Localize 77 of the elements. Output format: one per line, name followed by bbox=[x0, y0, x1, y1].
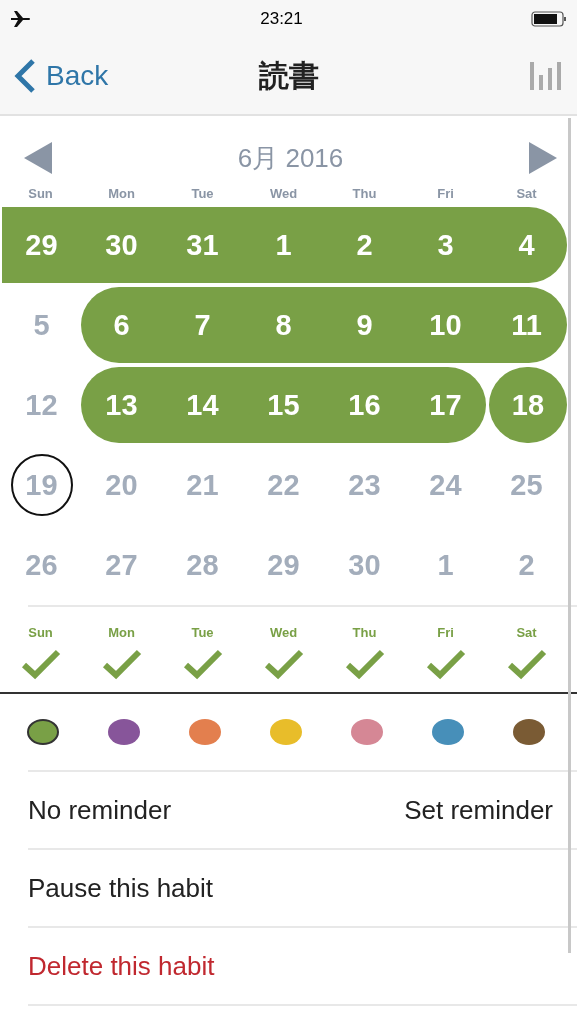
calendar-day[interactable]: 25 bbox=[486, 447, 567, 523]
next-month-button[interactable] bbox=[529, 142, 557, 174]
completed-day[interactable]: 11 bbox=[486, 287, 567, 363]
color-swatch[interactable] bbox=[350, 719, 383, 745]
calendar-day[interactable]: 23 bbox=[324, 447, 405, 523]
calendar-day[interactable]: 12 bbox=[2, 367, 81, 443]
status-time: 23:21 bbox=[260, 9, 303, 29]
calendar-day[interactable]: 29 bbox=[243, 527, 324, 603]
calendar-day[interactable]: 26 bbox=[2, 527, 81, 603]
weekday-toggle[interactable]: Tue bbox=[162, 625, 243, 680]
weekday-label: Tue bbox=[190, 186, 215, 201]
calendar-day[interactable]: 1 bbox=[405, 527, 486, 603]
weekday-label: Sat bbox=[515, 186, 538, 201]
completed-day[interactable]: 30 bbox=[81, 207, 162, 283]
delete-button[interactable]: Delete this habit bbox=[28, 950, 215, 982]
check-icon bbox=[182, 648, 223, 680]
completed-day[interactable]: 6 bbox=[81, 287, 162, 363]
color-swatch[interactable] bbox=[269, 719, 302, 745]
color-swatch[interactable] bbox=[512, 719, 545, 745]
weekday-toggle[interactable]: Fri bbox=[405, 625, 486, 680]
color-swatch[interactable] bbox=[26, 719, 59, 745]
completed-day[interactable]: 7 bbox=[162, 287, 243, 363]
weekday-toggle[interactable]: Thu bbox=[324, 625, 405, 680]
completed-day[interactable]: 10 bbox=[405, 287, 486, 363]
calendar-day[interactable]: 27 bbox=[81, 527, 162, 603]
completed-day[interactable]: 31 bbox=[162, 207, 243, 283]
completed-day[interactable]: 13 bbox=[81, 367, 162, 443]
calendar-day[interactable]: 2 bbox=[486, 527, 567, 603]
completed-day[interactable]: 2 bbox=[324, 207, 405, 283]
calendar-day[interactable]: 28 bbox=[162, 527, 243, 603]
calendar-day[interactable]: 20 bbox=[81, 447, 162, 523]
completed-day[interactable]: 18 bbox=[489, 367, 567, 443]
today-date[interactable]: 19 bbox=[10, 454, 73, 516]
bar-chart-icon[interactable] bbox=[529, 59, 563, 93]
completed-day[interactable]: 29 bbox=[2, 207, 81, 283]
weekday-label: Mon bbox=[107, 186, 136, 201]
check-icon bbox=[263, 648, 304, 680]
check-icon bbox=[20, 648, 61, 680]
month-title: 6月 2016 bbox=[237, 141, 344, 175]
reminder-status: No reminder bbox=[28, 794, 172, 826]
weekday-label: Thu bbox=[351, 186, 378, 201]
calendar-day[interactable]: 22 bbox=[243, 447, 324, 523]
weekday-toggle[interactable]: Sat bbox=[486, 625, 567, 680]
check-icon bbox=[101, 648, 142, 680]
set-reminder-button[interactable]: Set reminder bbox=[404, 794, 553, 826]
airplane-icon bbox=[10, 10, 32, 28]
completed-day[interactable]: 3 bbox=[405, 207, 486, 283]
color-swatch[interactable] bbox=[188, 719, 221, 745]
completed-day[interactable]: 16 bbox=[324, 367, 405, 443]
battery-icon bbox=[531, 11, 567, 27]
calendar-day[interactable]: 30 bbox=[324, 527, 405, 603]
calendar-day[interactable]: 21 bbox=[162, 447, 243, 523]
check-icon bbox=[344, 648, 385, 680]
completed-day[interactable]: 15 bbox=[243, 367, 324, 443]
completed-day[interactable]: 1 bbox=[243, 207, 324, 283]
weekday-label: Sun bbox=[27, 186, 54, 201]
calendar-day[interactable]: 5 bbox=[2, 287, 81, 363]
completed-day[interactable]: 4 bbox=[486, 207, 567, 283]
color-swatch[interactable] bbox=[107, 719, 140, 745]
back-button[interactable]: Back bbox=[14, 58, 109, 94]
color-swatch[interactable] bbox=[431, 719, 464, 745]
nav-title: 読書 bbox=[258, 57, 319, 94]
check-icon bbox=[506, 648, 547, 680]
calendar-day[interactable]: 24 bbox=[405, 447, 486, 523]
check-icon bbox=[425, 648, 466, 680]
weekday-label: Fri bbox=[436, 186, 455, 201]
completed-day[interactable]: 9 bbox=[324, 287, 405, 363]
completed-day[interactable]: 17 bbox=[405, 367, 486, 443]
weekday-toggle[interactable]: Wed bbox=[243, 625, 324, 680]
weekday-toggle[interactable]: Mon bbox=[81, 625, 162, 680]
chevron-left-icon bbox=[14, 58, 36, 94]
action-button[interactable]: Pause this habit bbox=[28, 872, 213, 904]
previous-month-button[interactable] bbox=[24, 142, 52, 174]
weekday-label: Wed bbox=[268, 186, 299, 201]
completed-day[interactable]: 14 bbox=[162, 367, 243, 443]
weekday-toggle[interactable]: Sun bbox=[0, 625, 81, 680]
completed-day[interactable]: 8 bbox=[243, 287, 324, 363]
